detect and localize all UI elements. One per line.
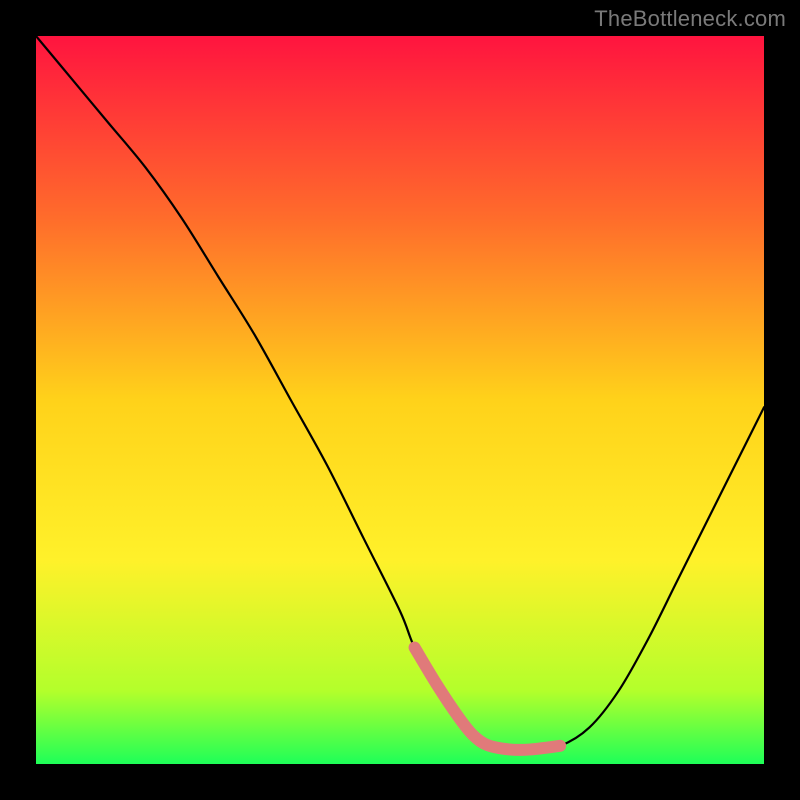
watermark-text: TheBottleneck.com: [594, 6, 786, 32]
chart-frame: TheBottleneck.com: [0, 0, 800, 800]
plot-svg: [36, 36, 764, 764]
gradient-rect: [36, 36, 764, 764]
plot-area: [36, 36, 764, 764]
